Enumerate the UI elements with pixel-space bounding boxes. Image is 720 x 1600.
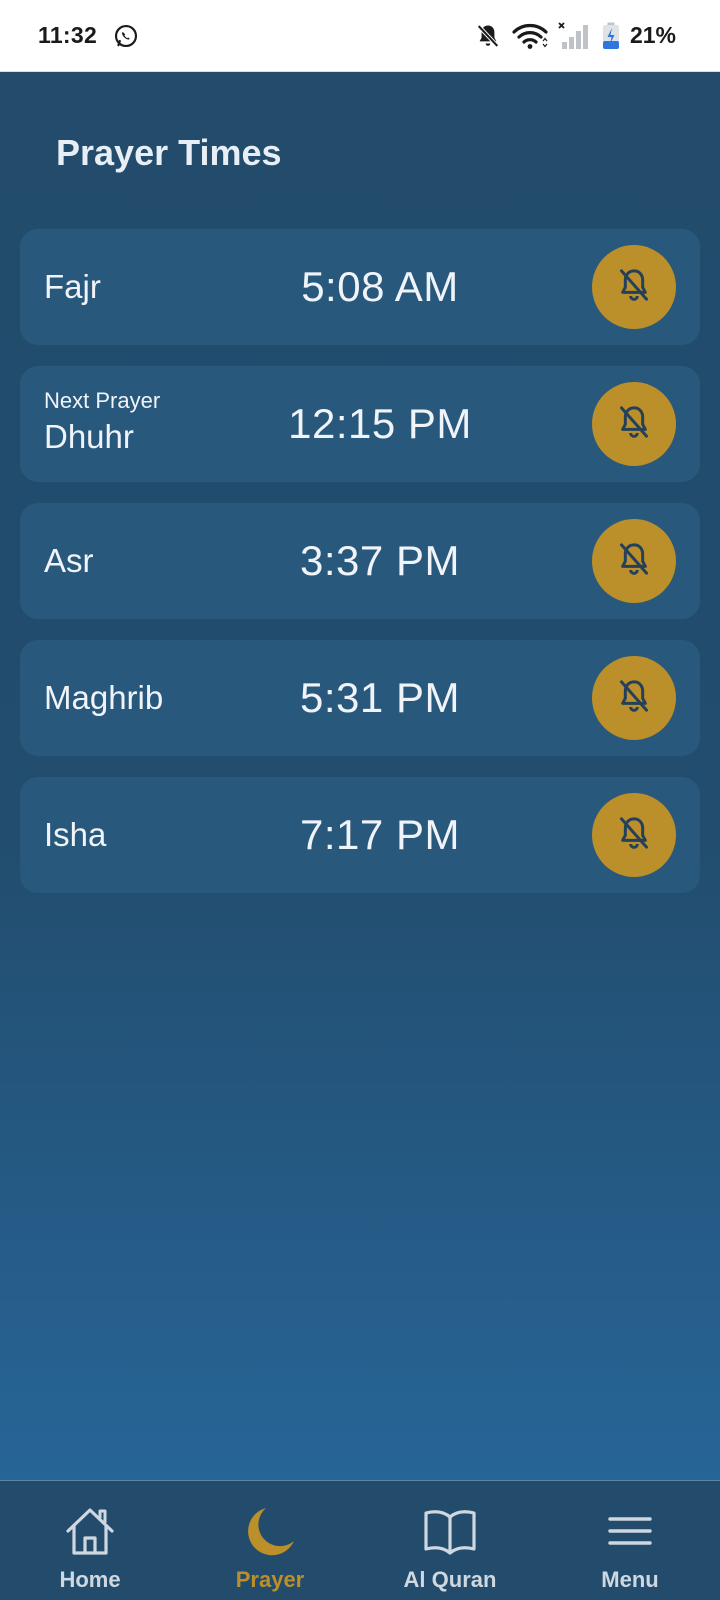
nav-label: Prayer — [235, 1567, 305, 1592]
page-title: Prayer Times — [56, 132, 282, 173]
next-prayer-label: Next Prayer — [44, 388, 161, 413]
bell-off-icon — [614, 539, 654, 584]
battery-percentage: 21% — [629, 22, 676, 48]
prayer-time: 5:31 PM — [300, 674, 460, 721]
bell-off-icon — [614, 676, 654, 721]
alarm-toggle-button[interactable] — [592, 519, 676, 603]
bell-off-icon — [614, 813, 654, 858]
status-right: 21% — [474, 21, 676, 50]
menu-icon — [602, 1503, 658, 1559]
prayer-card-fajr[interactable]: Fajr 5:08 AM — [20, 229, 700, 345]
nav-item-menu[interactable]: Menu — [540, 1481, 720, 1600]
nav-item-prayer[interactable]: Prayer — [180, 1481, 360, 1600]
prayer-card-asr[interactable]: Asr 3:37 PM — [20, 503, 700, 619]
prayer-card-dhuhr[interactable]: Next Prayer Dhuhr 12:15 PM — [20, 366, 700, 482]
status-left: 11:32 — [38, 22, 139, 49]
alarm-toggle-button[interactable] — [592, 793, 676, 877]
signal-icon — [558, 21, 592, 50]
prayer-name: Asr — [44, 542, 94, 579]
prayer-time: 7:17 PM — [300, 811, 460, 858]
prayer-name: Fajr — [44, 268, 101, 305]
nav-label: Home — [59, 1567, 121, 1592]
alarm-toggle-button[interactable] — [592, 382, 676, 466]
alarm-toggle-button[interactable] — [592, 656, 676, 740]
whatsapp-icon — [113, 23, 139, 49]
prayer-list: Fajr 5:08 AM Next Prayer Dhuhr 12:15 PM — [20, 229, 700, 914]
prayer-name-block: Next Prayer Dhuhr — [44, 388, 160, 456]
nav-label: Al Quran — [403, 1567, 497, 1592]
nav-label: Menu — [601, 1567, 659, 1592]
prayer-name: Isha — [44, 816, 107, 853]
moon-icon — [242, 1503, 298, 1559]
bottom-nav: Home Prayer Al Quran Menu — [0, 1480, 720, 1600]
prayer-time: 5:08 AM — [301, 263, 459, 310]
bell-off-icon — [614, 265, 654, 310]
app-content: Prayer Times Fajr 5:08 AM Next Prayer Dh… — [0, 72, 720, 1480]
status-time: 11:32 — [38, 22, 98, 48]
home-icon — [62, 1503, 118, 1559]
wifi-icon — [512, 22, 548, 50]
nav-item-al-quran[interactable]: Al Quran — [360, 1481, 540, 1600]
prayer-card-maghrib[interactable]: Maghrib 5:31 PM — [20, 640, 700, 756]
bell-off-icon — [614, 402, 654, 447]
alarm-toggle-button[interactable] — [592, 245, 676, 329]
prayer-time: 12:15 PM — [288, 400, 472, 447]
battery-icon — [602, 22, 620, 50]
bell-off-icon — [474, 22, 502, 50]
prayer-name: Dhuhr — [44, 418, 134, 455]
nav-item-home[interactable]: Home — [0, 1481, 180, 1600]
prayer-time: 3:37 PM — [300, 537, 460, 584]
prayer-name: Maghrib — [44, 679, 164, 716]
book-icon — [422, 1503, 478, 1559]
status-bar: 11:32 21% — [0, 0, 720, 72]
prayer-card-isha[interactable]: Isha 7:17 PM — [20, 777, 700, 893]
